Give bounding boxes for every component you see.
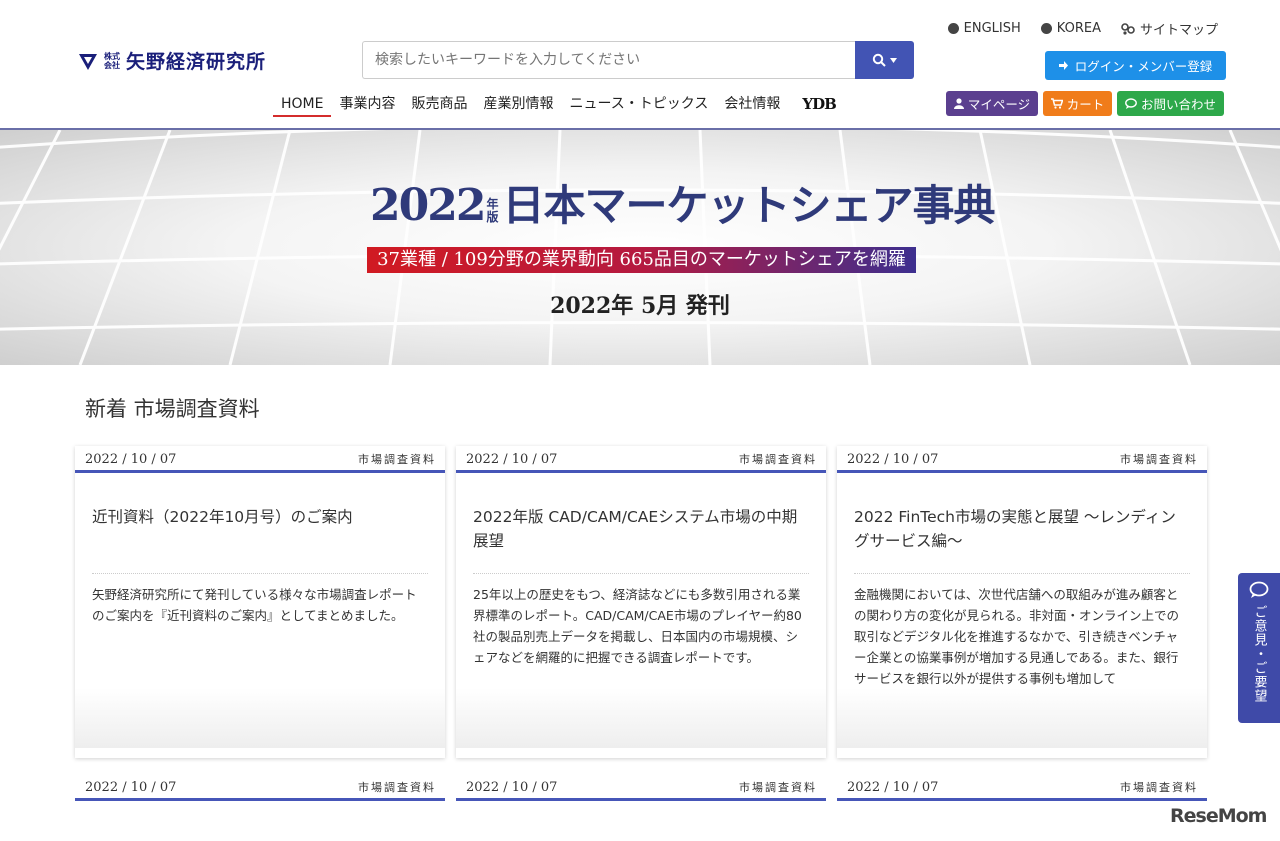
card-category: 市場調査資料: [358, 781, 436, 794]
card-date: 2022 / 10 / 07: [847, 452, 939, 467]
card-title[interactable]: 2022年版 CAD/CAM/CAEシステム市場の中期展望: [473, 505, 809, 573]
toplink-english-label: ENGLISH: [963, 21, 1021, 36]
speech-bubble-icon: [1249, 581, 1269, 598]
card-divider: [473, 573, 809, 574]
search-icon: [872, 53, 886, 67]
report-card[interactable]: 2022 / 10 / 07 市場調査資料 2022 FinTech市場の実態と…: [837, 446, 1207, 758]
banner-year: 2022: [370, 180, 486, 231]
nav-home[interactable]: HOME: [273, 93, 332, 117]
sign-in-icon: [1058, 61, 1068, 70]
main-nav: HOME 事業内容 販売商品 産業別情報 ニュース・トピックス 会社情報 YDB: [273, 93, 844, 117]
banner-edition-2: 版: [486, 210, 499, 224]
card-category: 市場調査資料: [1120, 453, 1198, 466]
card-header: 2022 / 10 / 07 市場調査資料: [837, 446, 1207, 473]
card-fade: [456, 688, 826, 748]
banner-main-title: 日本マーケットシェア事典: [502, 181, 995, 230]
user-icon: [953, 98, 964, 109]
hero-banner[interactable]: 2022 年 版 日本マーケットシェア事典 37業種 / 109分野の業界動向 …: [0, 130, 1280, 365]
report-card[interactable]: 2022 / 10 / 07 市場調査資料: [837, 774, 1207, 804]
login-register-label: ログイン・メンバー登録: [1074, 59, 1213, 74]
globe-icon: [947, 23, 959, 34]
toplink-korea[interactable]: KOREA: [1040, 19, 1101, 38]
logo-text: 矢野経済研究所: [126, 51, 267, 73]
card-header: 2022 / 10 / 07 市場調査資料: [75, 446, 445, 473]
top-links: ENGLISH KOREA サイトマップ: [947, 19, 1218, 38]
site-header: 株式 会社 矢野経済研究所 ENGLISH KOREA: [0, 0, 1280, 130]
toplink-korea-label: KOREA: [1056, 21, 1101, 36]
card-header: 2022 / 10 / 07 市場調査資料: [456, 774, 826, 801]
nav-products[interactable]: 販売商品: [403, 93, 475, 117]
report-card[interactable]: 2022 / 10 / 07 市場調査資料: [75, 774, 445, 804]
company-logo[interactable]: 株式 会社 矢野経済研究所: [78, 47, 266, 74]
card-description: 25年以上の歴史をもつ、経済誌などにも多数引用される業界標準のレポート。CAD/…: [473, 587, 802, 665]
feedback-label: ご意見・ご要望: [1251, 605, 1267, 703]
card-category: 市場調査資料: [739, 453, 817, 466]
card-description: 金融機関においては、次世代店舗への取組みが進み顧客との関わり方の変化が見られる。…: [854, 587, 1180, 686]
card-fade: [75, 688, 445, 748]
report-card[interactable]: 2022 / 10 / 07 市場調査資料: [456, 774, 826, 804]
card-date: 2022 / 10 / 07: [85, 452, 177, 467]
toplink-sitemap[interactable]: サイトマップ: [1121, 19, 1218, 38]
card-header: 2022 / 10 / 07 市場調査資料: [456, 446, 826, 473]
card-date: 2022 / 10 / 07: [85, 780, 177, 795]
card-body: 2022年版 CAD/CAM/CAEシステム市場の中期展望 25年以上の歴史をも…: [456, 505, 826, 688]
watermark-logo: ReseMom: [1170, 805, 1267, 827]
nav-company[interactable]: 会社情報: [716, 93, 788, 117]
logo-mark-icon: [79, 53, 97, 70]
card-date: 2022 / 10 / 07: [847, 780, 939, 795]
cart-icon: [1050, 98, 1063, 109]
card-title[interactable]: 近刊資料（2022年10月号）のご案内: [92, 505, 428, 573]
banner-edition: 年 版: [486, 198, 498, 224]
sitemap-icon: [1121, 22, 1135, 35]
page-bottom-strip: [0, 808, 1280, 841]
logo-small-2: 会社: [104, 60, 120, 70]
mypage-label: マイページ: [967, 97, 1031, 112]
globe-icon: [1040, 23, 1052, 34]
card-category: 市場調査資料: [739, 781, 817, 794]
card-category: 市場調査資料: [1120, 781, 1198, 794]
contact-label: お問い合わせ: [1140, 97, 1216, 112]
logo-small-1: 株式: [104, 51, 120, 61]
banner-strip: 37業種 / 109分野の業界動向 665品目のマーケットシェアを網羅: [367, 247, 916, 273]
card-date: 2022 / 10 / 07: [466, 780, 558, 795]
nav-news[interactable]: ニュース・トピックス: [561, 93, 716, 117]
card-header: 2022 / 10 / 07 市場調査資料: [837, 774, 1207, 801]
nav-industry[interactable]: 産業別情報: [475, 93, 561, 117]
card-divider: [92, 573, 428, 574]
nav-business[interactable]: 事業内容: [331, 93, 403, 117]
section-title: 新着 市場調査資料: [85, 397, 260, 421]
login-register-button[interactable]: ログイン・メンバー登録: [1045, 51, 1226, 80]
caret-down-icon: [890, 57, 897, 63]
chat-icon: [1125, 98, 1137, 109]
card-divider: [854, 573, 1190, 574]
report-card[interactable]: 2022 / 10 / 07 市場調査資料 2022年版 CAD/CAM/CAE…: [456, 446, 826, 758]
banner-date: 2022年 5月 発刊: [550, 293, 730, 319]
card-date: 2022 / 10 / 07: [466, 452, 558, 467]
search-bar: [362, 41, 914, 79]
card-category: 市場調査資料: [358, 453, 436, 466]
toplink-english[interactable]: ENGLISH: [947, 19, 1021, 38]
nav-ydb[interactable]: YDB: [788, 93, 843, 117]
search-button[interactable]: [855, 41, 914, 79]
banner-title: 2022 年 版 日本マーケットシェア事典: [370, 180, 996, 231]
toplink-sitemap-label: サイトマップ: [1139, 23, 1218, 38]
card-fade: [837, 688, 1207, 748]
cart-label: カート: [1066, 97, 1105, 112]
contact-button[interactable]: お問い合わせ: [1117, 91, 1224, 116]
card-body: 2022 FinTech市場の実態と展望 ～レンディングサービス編～ 金融機関に…: [837, 505, 1207, 688]
card-title[interactable]: 2022 FinTech市場の実態と展望 ～レンディングサービス編～: [854, 505, 1190, 573]
mypage-button[interactable]: マイページ: [946, 91, 1038, 116]
card-description: 矢野経済研究所にて発刊している様々な市場調査レポートのご案内を『近刊資料のご案内…: [92, 587, 417, 623]
logo-company-type: 株式 会社: [104, 52, 120, 70]
feedback-tab[interactable]: ご意見・ご要望: [1238, 573, 1280, 723]
report-card[interactable]: 2022 / 10 / 07 市場調査資料 近刊資料（2022年10月号）のご案…: [75, 446, 445, 758]
card-body: 近刊資料（2022年10月号）のご案内 矢野経済研究所にて発刊している様々な市場…: [75, 505, 445, 688]
search-input[interactable]: [362, 41, 855, 79]
card-header: 2022 / 10 / 07 市場調査資料: [75, 774, 445, 801]
cart-button[interactable]: カート: [1043, 91, 1112, 116]
